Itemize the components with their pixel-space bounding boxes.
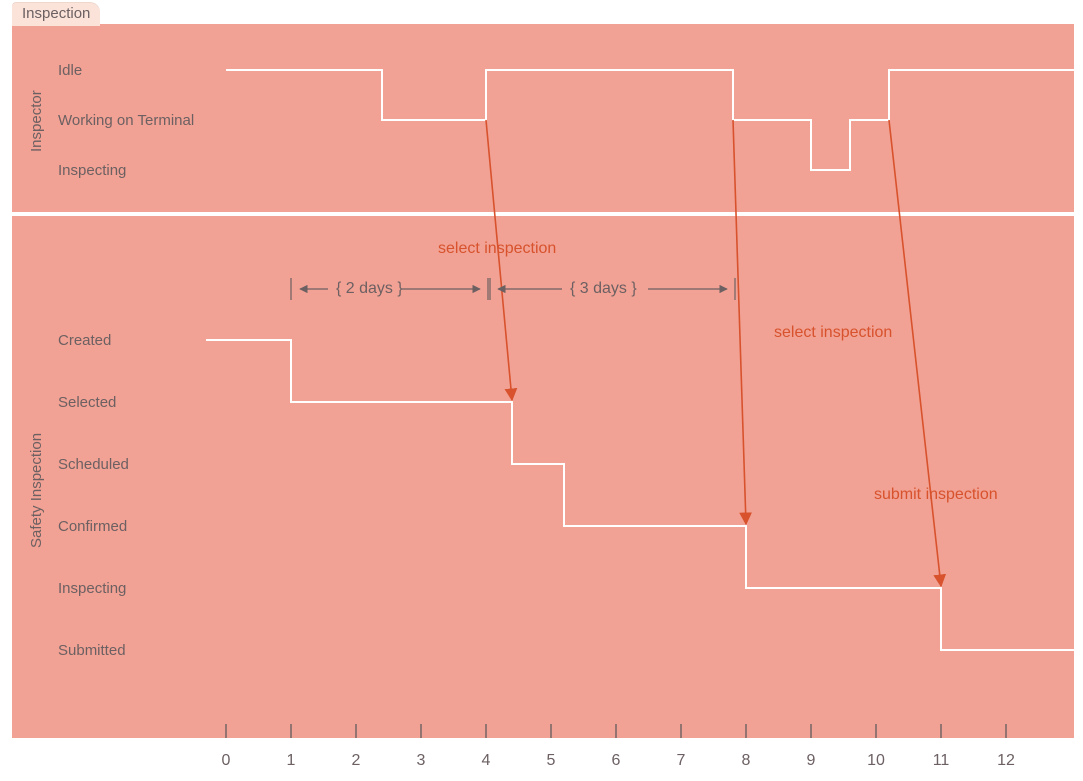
arrow-select-2 <box>733 120 746 524</box>
inspector-state-line <box>226 70 1074 170</box>
arrow-submit <box>889 120 941 586</box>
diagram-svg <box>0 0 1083 781</box>
duration-2 <box>490 278 735 300</box>
duration-1 <box>291 278 488 300</box>
axis-ticks <box>226 724 1006 738</box>
safety-state-line <box>206 340 1074 650</box>
timing-diagram: Inspection Inspector Safety Inspection I… <box>0 0 1083 781</box>
arrow-select-1 <box>486 120 512 400</box>
